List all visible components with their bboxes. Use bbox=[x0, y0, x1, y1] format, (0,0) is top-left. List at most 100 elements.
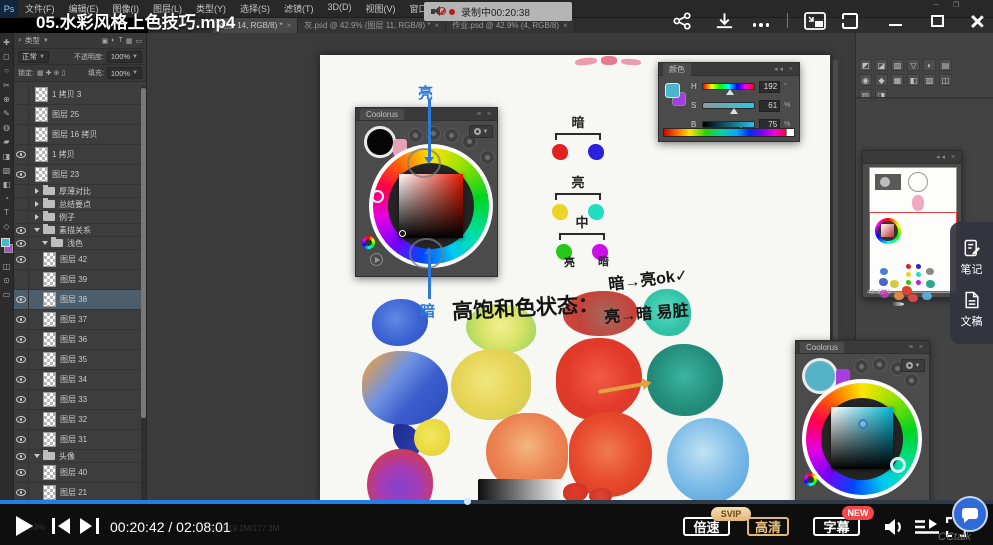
visibility-toggle[interactable] bbox=[14, 450, 29, 462]
lasso-tool-icon[interactable]: ○ bbox=[1, 65, 13, 76]
layer-thumbnail[interactable] bbox=[43, 312, 56, 327]
slider-value[interactable]: 61 bbox=[759, 100, 780, 112]
color-mode-icon[interactable] bbox=[480, 150, 495, 165]
group-toggle-icon[interactable] bbox=[35, 188, 39, 194]
layer-row[interactable]: 总结要点 bbox=[14, 198, 141, 211]
layer-thumbnail[interactable] bbox=[43, 432, 56, 447]
adjustment-icon[interactable]: ▦ bbox=[891, 74, 904, 86]
panel-menu-icon[interactable]: ≡ × bbox=[909, 344, 925, 351]
adjustment-icon[interactable]: ◉ bbox=[859, 74, 872, 86]
wheel-mode-icon[interactable] bbox=[362, 236, 375, 249]
foreground-swatch[interactable] bbox=[665, 83, 680, 98]
layer-row[interactable]: 图层 39 bbox=[14, 270, 141, 290]
slider-handle[interactable] bbox=[726, 89, 734, 95]
visibility-toggle[interactable] bbox=[14, 250, 29, 269]
menu-item[interactable]: 视图(V) bbox=[359, 2, 403, 15]
eraser-tool-icon[interactable]: ▰ bbox=[1, 136, 13, 147]
lock-icon[interactable]: ✚ bbox=[46, 69, 52, 77]
visibility-toggle[interactable] bbox=[14, 390, 29, 409]
color-mode-icon[interactable] bbox=[872, 357, 887, 372]
close-icon[interactable] bbox=[966, 12, 988, 30]
slider-handle[interactable] bbox=[730, 108, 738, 114]
layer-row[interactable]: 厚薄对比 bbox=[14, 185, 141, 198]
docs-button[interactable]: 文稿 bbox=[961, 290, 983, 329]
visibility-toggle[interactable] bbox=[14, 290, 29, 309]
gear-icon[interactable]: ▼ bbox=[469, 125, 493, 138]
mask-tool-icon[interactable]: ◫ bbox=[1, 261, 13, 272]
lock-icon[interactable]: ▯ bbox=[61, 69, 65, 77]
minimize-icon[interactable] bbox=[884, 16, 906, 34]
group-toggle-icon[interactable] bbox=[34, 454, 40, 458]
prev-button[interactable] bbox=[52, 518, 74, 534]
panel-header[interactable]: 颜色 ◂◂ × bbox=[659, 63, 799, 76]
visibility-toggle[interactable] bbox=[14, 145, 29, 164]
filter-type-icon[interactable]: ▭ bbox=[135, 37, 142, 45]
visibility-toggle[interactable] bbox=[14, 185, 29, 197]
color-mode-icon[interactable] bbox=[444, 128, 459, 143]
visibility-toggle[interactable] bbox=[14, 310, 29, 329]
layer-thumbnail[interactable] bbox=[35, 147, 48, 162]
menu-item[interactable]: 选择(S) bbox=[233, 2, 277, 15]
move-tool-icon[interactable]: ✚ bbox=[1, 37, 13, 48]
color-mode-icon[interactable] bbox=[854, 359, 869, 374]
panel-header[interactable]: Coolorus ≡ × bbox=[356, 108, 497, 121]
visibility-toggle[interactable] bbox=[14, 270, 29, 289]
tab-close-icon[interactable]: × bbox=[563, 21, 568, 30]
visibility-toggle[interactable] bbox=[14, 198, 29, 210]
layer-row[interactable]: 图层 34 bbox=[14, 370, 141, 390]
visibility-toggle[interactable] bbox=[14, 125, 29, 144]
group-toggle-icon[interactable] bbox=[35, 201, 39, 207]
adjustment-icon[interactable]: ▥ bbox=[859, 89, 872, 101]
foreground-color-swatch[interactable] bbox=[1, 238, 10, 247]
visibility-toggle[interactable] bbox=[14, 105, 29, 124]
panel-menu-icon[interactable]: ≡ × bbox=[477, 111, 493, 118]
layer-row[interactable]: 1 拷贝 bbox=[14, 145, 141, 165]
adjustment-icon[interactable]: ▤ bbox=[939, 59, 952, 71]
color-wheel[interactable] bbox=[802, 379, 922, 499]
layer-thumbnail[interactable] bbox=[43, 465, 56, 480]
menu-item[interactable]: 滤镜(T) bbox=[277, 2, 321, 15]
layer-row[interactable]: 素描关系 bbox=[14, 224, 141, 237]
saturation-value-square[interactable] bbox=[399, 174, 463, 238]
chat-bubble[interactable] bbox=[952, 496, 988, 532]
hand-tool-icon[interactable]: ⊙ bbox=[1, 275, 13, 286]
visibility-toggle[interactable] bbox=[14, 410, 29, 429]
layer-row[interactable]: 1 拷贝 3 bbox=[14, 85, 141, 105]
adjustment-icon[interactable]: ◆ bbox=[875, 74, 888, 86]
filter-type-icon[interactable]: ▦ bbox=[126, 37, 133, 45]
crop-tool-icon[interactable]: ✂ bbox=[1, 80, 13, 91]
type-tool-icon[interactable]: T bbox=[1, 207, 13, 218]
adjustment-icon[interactable]: ◨ bbox=[875, 89, 888, 101]
navigator-thumbnail[interactable] bbox=[869, 167, 957, 293]
layer-thumbnail[interactable] bbox=[43, 252, 56, 267]
pen-tool-icon[interactable]: ◔ bbox=[1, 193, 13, 204]
layer-row[interactable]: 图层 40 bbox=[14, 463, 141, 483]
tab-close-icon[interactable]: × bbox=[435, 21, 440, 30]
layer-row[interactable]: 图层 36 bbox=[14, 330, 141, 350]
visibility-toggle[interactable] bbox=[14, 463, 29, 482]
adjustment-icon[interactable]: ◫ bbox=[939, 74, 952, 86]
layer-thumbnail[interactable] bbox=[35, 107, 48, 122]
sv-marker[interactable] bbox=[858, 419, 868, 429]
visibility-toggle[interactable] bbox=[14, 224, 29, 236]
layer-row[interactable]: 图层 37 bbox=[14, 310, 141, 330]
blur-tool-icon[interactable]: ▨ bbox=[1, 165, 13, 176]
visibility-toggle[interactable] bbox=[14, 237, 29, 249]
layer-thumbnail[interactable] bbox=[43, 392, 56, 407]
slider-track[interactable] bbox=[702, 102, 755, 109]
clone-stamp-tool-icon[interactable]: ◍ bbox=[1, 122, 13, 133]
hue-marker[interactable] bbox=[890, 457, 906, 473]
filter-type-icon[interactable]: T bbox=[118, 37, 122, 45]
panel-collapse-icon[interactable]: ◂◂ × bbox=[936, 153, 957, 161]
notes-button[interactable]: 笔记 bbox=[961, 238, 983, 277]
filter-type-icon[interactable]: ▣ bbox=[102, 37, 109, 45]
blend-mode-dropdown[interactable]: 正常▼ bbox=[18, 51, 49, 63]
volume-icon[interactable] bbox=[883, 517, 905, 542]
adjustment-icon[interactable]: ◧ bbox=[907, 74, 920, 86]
dodge-tool-icon[interactable]: ◧ bbox=[1, 179, 13, 190]
visibility-toggle[interactable] bbox=[14, 430, 29, 449]
visibility-toggle[interactable] bbox=[14, 350, 29, 369]
brush-tool-icon[interactable]: ✎ bbox=[1, 108, 13, 119]
maximize-icon[interactable] bbox=[926, 12, 948, 30]
sv-marker[interactable] bbox=[399, 230, 406, 237]
